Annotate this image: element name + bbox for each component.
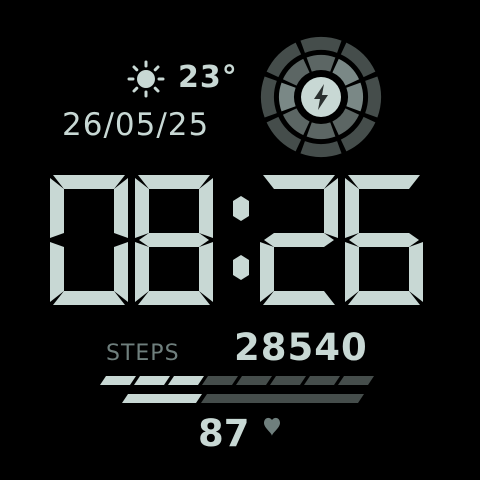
temperature-text: 23°: [178, 60, 238, 95]
time-digit-segment: [348, 175, 420, 189]
time-digit-segment: [114, 178, 128, 238]
time-digit-segment: [114, 242, 128, 302]
time-digit-segment: [349, 233, 419, 247]
date-text: 26/05/25: [62, 107, 210, 143]
time-digit-segment: [138, 291, 210, 305]
time-digit-segment: [53, 175, 125, 189]
time-digit: [135, 175, 213, 305]
battery-ring-outer-segment: [300, 141, 342, 157]
battery-ring-widget[interactable]: [261, 36, 381, 157]
time-digit-segment: [348, 291, 420, 305]
steps-value[interactable]: 28540: [234, 326, 368, 370]
steps-progress-segment: [168, 376, 204, 385]
steps-progress-segment: [202, 376, 238, 385]
time-digit-segment: [135, 178, 149, 238]
battery-ring-outer-segment: [365, 76, 381, 118]
steps-progress-bar: [100, 376, 374, 385]
time-colon: [233, 196, 249, 280]
watch-face: 23° 26/05/25 STEPS 28540 87: [0, 0, 480, 480]
time-digit-segment: [264, 233, 334, 247]
steps-progress-segment: [304, 376, 340, 385]
time-display: [50, 175, 423, 305]
steps-progress-segment: [270, 376, 306, 385]
time-digit-segment: [345, 242, 359, 302]
steps-progress-secondary-segment: [122, 394, 202, 403]
time-digit-segment: [50, 242, 64, 302]
battery-ring-outer-segment: [300, 36, 342, 53]
watch-face-graphics: [50, 36, 423, 436]
time-digit-segment: [324, 178, 338, 238]
steps-label: STEPS: [106, 341, 180, 366]
time-digit: [345, 175, 423, 305]
steps-progress-bar-secondary: [122, 394, 364, 403]
time-digit-segment: [409, 242, 423, 302]
steps-progress-segment: [100, 376, 136, 385]
time-digit-segment: [263, 291, 335, 305]
time-digit: [50, 175, 128, 305]
time-digit-segment: [199, 242, 213, 302]
time-digit-segment: [50, 178, 64, 238]
time-digit-segment: [138, 175, 210, 189]
time-digit-segment: [53, 291, 125, 305]
time-digit-segment: [345, 178, 359, 238]
time-digit-segment: [199, 178, 213, 238]
battery-ring-inner-segment: [346, 82, 363, 112]
steps-progress-secondary-segment: [201, 394, 364, 403]
steps-progress-segment: [134, 376, 170, 385]
time-digit: [260, 175, 338, 305]
heart-rate-value[interactable]: 87: [198, 412, 250, 456]
steps-progress-segment: [236, 376, 272, 385]
time-digit-segment: [260, 242, 274, 302]
heart-icon: [264, 417, 280, 436]
time-digit-segment: [263, 175, 335, 189]
sun-icon: [127, 60, 165, 98]
steps-progress-segment: [338, 376, 374, 385]
battery-ring-inner-segment: [306, 54, 336, 72]
battery-ring-inner-segment: [279, 82, 296, 112]
time-digit-segment: [135, 242, 149, 302]
battery-ring-outer-segment: [261, 76, 277, 118]
battery-ring-inner-segment: [306, 122, 336, 139]
time-digit-segment: [139, 233, 209, 247]
